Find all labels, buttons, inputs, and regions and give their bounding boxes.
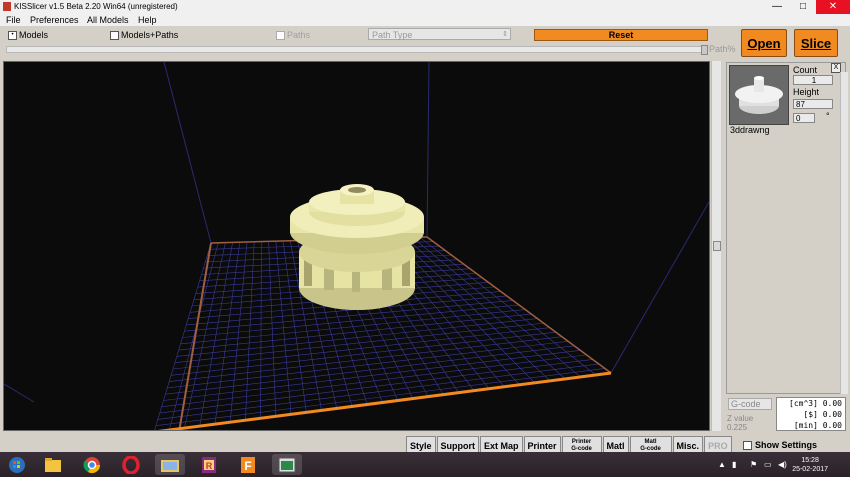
menu-help[interactable]: Help	[138, 15, 157, 25]
show-settings-checkbox[interactable]: Show Settings	[743, 440, 817, 450]
grid-line	[159, 359, 593, 414]
paths-radio-label: Paths	[287, 30, 311, 40]
count-field[interactable]: 1	[793, 75, 833, 85]
scene-canvas	[4, 62, 709, 430]
clock-date: 25-02-2017	[792, 466, 828, 473]
minimize-button[interactable]: —	[764, 0, 790, 14]
open-button[interactable]: Open	[741, 29, 787, 57]
grid-line	[412, 237, 581, 378]
slider-thumb[interactable]	[701, 45, 708, 55]
grid-line	[163, 350, 581, 401]
grid-line	[178, 313, 532, 351]
viewport-scrollbar[interactable]	[711, 61, 721, 431]
grid-line	[169, 336, 562, 382]
models-radio-label: Models	[19, 30, 49, 40]
path-percent-label: Path%	[709, 44, 736, 54]
stats-cost: [$] 0.00	[803, 410, 842, 419]
z-value-label: Z value	[727, 414, 754, 423]
grid-line	[419, 236, 596, 376]
z-value-number: 0.225	[727, 423, 748, 432]
svg-text:R: R	[206, 461, 213, 471]
opera-taskbar-icon[interactable]	[116, 454, 146, 475]
tab-printer-gcode-top: Printer	[571, 439, 592, 445]
tray-volume-icon[interactable]: ◀)	[778, 460, 787, 469]
rar-taskbar-icon[interactable]: R	[194, 454, 224, 475]
slice-button-label: Slice	[800, 36, 832, 51]
folder-taskbar-icon[interactable]	[155, 454, 185, 475]
grid-line	[157, 363, 599, 420]
grid-line	[161, 354, 587, 408]
tray-network-icon[interactable]: ▮	[732, 460, 736, 469]
3d-viewport[interactable]	[3, 61, 710, 431]
tab-matl-gcode-top: Matl	[644, 439, 657, 445]
degree-symbol: °	[826, 111, 830, 121]
tray-battery-icon[interactable]: ▭	[764, 460, 772, 469]
chrome-taskbar-icon[interactable]	[77, 454, 107, 475]
rotation-field[interactable]: 0	[793, 113, 815, 123]
paths-radio-box[interactable]	[276, 30, 285, 40]
explorer-taskbar-icon[interactable]	[38, 454, 68, 475]
path-type-select[interactable]: Path Type ⇕	[368, 28, 511, 40]
taskbar-clock[interactable]: 15:28 25-02-2017	[792, 456, 828, 474]
taskbar: R F ▲ ▮ ⚑ ▭ ◀) 15:28 25-02-2017	[0, 452, 850, 477]
models-paths-radio-label: Models+Paths	[121, 30, 179, 40]
clock-time: 15:28	[801, 457, 819, 464]
model-thumbnail[interactable]	[729, 65, 789, 125]
count-label: Count	[793, 65, 818, 75]
app-icon	[3, 2, 11, 11]
grid-line	[172, 327, 550, 370]
maximize-button[interactable]: □	[790, 0, 816, 14]
close-button[interactable]: ✕	[816, 0, 850, 14]
menu-bar: File Preferences All Models Help	[0, 14, 850, 26]
models-radio[interactable]: • Models	[8, 30, 48, 40]
open-button-label: Open	[747, 36, 781, 51]
title-bar: KISSlicer v1.5 Beta 2.20 Win64 (unregist…	[0, 0, 850, 15]
panel-scrollbar[interactable]	[840, 72, 848, 394]
app-f-taskbar-icon[interactable]: F	[233, 454, 263, 475]
tray-arrow-icon[interactable]: ▲	[718, 460, 726, 469]
height-field[interactable]: 87	[793, 99, 833, 109]
path-percent-slider[interactable]	[6, 45, 708, 55]
stats-box: [cm^3] 0.00 [$] 0.00 [min] 0.00	[776, 397, 846, 431]
menu-all-models[interactable]: All Models	[87, 15, 129, 25]
grid-line	[154, 242, 212, 430]
window-title: KISSlicer v1.5 Beta 2.20 Win64 (unregist…	[14, 2, 178, 11]
stats-time: [min] 0.00	[793, 421, 842, 430]
kisslicer-taskbar-icon[interactable]	[272, 454, 302, 475]
svg-text:F: F	[244, 459, 251, 473]
reset-button[interactable]: Reset	[534, 29, 708, 41]
model-panel: Count X 1 Height 87 0 ° 3ddrawng	[726, 62, 846, 394]
models-paths-radio-box[interactable]	[110, 30, 119, 40]
show-settings-label: Show Settings	[755, 440, 818, 450]
model-name[interactable]: 3ddrawng	[730, 125, 770, 135]
stats-volume: [cm^3] 0.00	[789, 399, 842, 408]
height-label: Height	[793, 87, 820, 97]
paths-radio[interactable]: Paths	[276, 30, 310, 40]
windows-start-icon[interactable]	[2, 454, 32, 475]
models-radio-box[interactable]: •	[8, 30, 17, 40]
tray-flag-icon[interactable]: ⚑	[750, 460, 757, 469]
models-paths-radio[interactable]: Models+Paths	[110, 30, 178, 40]
grid-line	[176, 318, 538, 357]
grid-line	[155, 368, 605, 426]
show-settings-box[interactable]	[743, 440, 752, 450]
viewport-scroll-thumb[interactable]	[713, 241, 721, 251]
model-3ddrawng[interactable]	[290, 184, 424, 310]
slice-button[interactable]: Slice	[794, 29, 838, 57]
gcode-select[interactable]: G-code	[728, 398, 772, 410]
z-value-readout: Z value 0.225	[727, 414, 753, 432]
menu-file[interactable]: File	[6, 15, 21, 25]
path-type-value: Path Type	[372, 30, 413, 40]
grid-line	[171, 331, 556, 376]
grid-line	[174, 322, 544, 363]
menu-preferences[interactable]: Preferences	[30, 15, 79, 25]
gcode-value: G-code	[731, 399, 761, 409]
chevron-updown-icon: ⇕	[502, 31, 508, 38]
